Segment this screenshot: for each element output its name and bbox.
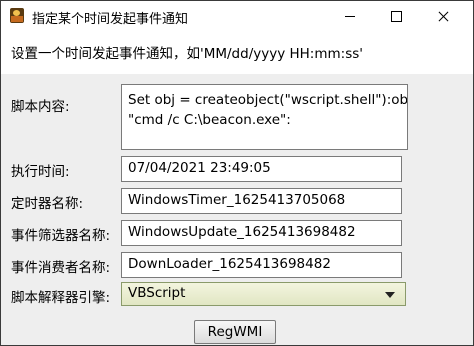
window-title: 指定某个时间发起事件通知 — [32, 12, 189, 27]
consumer-name-label: 事件消费者名称: — [11, 260, 111, 276]
engine-select[interactable]: VBScript — [121, 282, 406, 306]
filter-name-label: 事件筛选器名称: — [11, 228, 111, 244]
dialog-content: 设置一个时间发起事件通知，如'MM/dd/yyyy HH:mm:ss' 脚本内容… — [1, 32, 473, 345]
instruction-text: 设置一个时间发起事件通知，如'MM/dd/yyyy HH:mm:ss' — [11, 46, 363, 62]
app-window: 指定某个时间发起事件通知 设置一个时间发起事件通知，如'MM/dd/yyyy H… — [0, 0, 474, 346]
engine-label: 脚本解释器引擎: — [11, 290, 111, 306]
title-bar: 指定某个时间发起事件通知 — [1, 1, 473, 32]
script-label: 脚本内容: — [11, 99, 70, 115]
instruction-panel: 设置一个时间发起事件通知，如'MM/dd/yyyy HH:mm:ss' — [1, 32, 473, 74]
filter-name-field[interactable]: WindowsUpdate_1625413698482 — [121, 220, 402, 246]
chevron-down-icon[interactable] — [385, 292, 395, 298]
script-line-2: "cmd /c C:\beacon.exe": — [128, 112, 291, 128]
exec-time-field[interactable]: 07/04/2021 23:49:05 — [121, 156, 402, 182]
exec-time-label: 执行时间: — [11, 164, 70, 180]
engine-selected-value: VBScript — [128, 285, 186, 301]
timer-name-field[interactable]: WindowsTimer_1625413705068 — [121, 188, 402, 214]
consumer-name-field[interactable]: DownLoader_1625413698482 — [121, 252, 402, 278]
regwmi-button[interactable]: RegWMI — [194, 320, 276, 344]
script-textarea[interactable]: Set obj = createobject("wscript.shell"):… — [121, 84, 408, 150]
script-line-1: Set obj = createobject("wscript.shell"):… — [128, 92, 408, 108]
close-icon[interactable] — [420, 1, 466, 32]
app-icon — [10, 8, 24, 23]
minimize-icon[interactable] — [327, 1, 373, 32]
maximize-icon[interactable] — [373, 1, 419, 32]
timer-name-label: 定时器名称: — [11, 196, 84, 212]
